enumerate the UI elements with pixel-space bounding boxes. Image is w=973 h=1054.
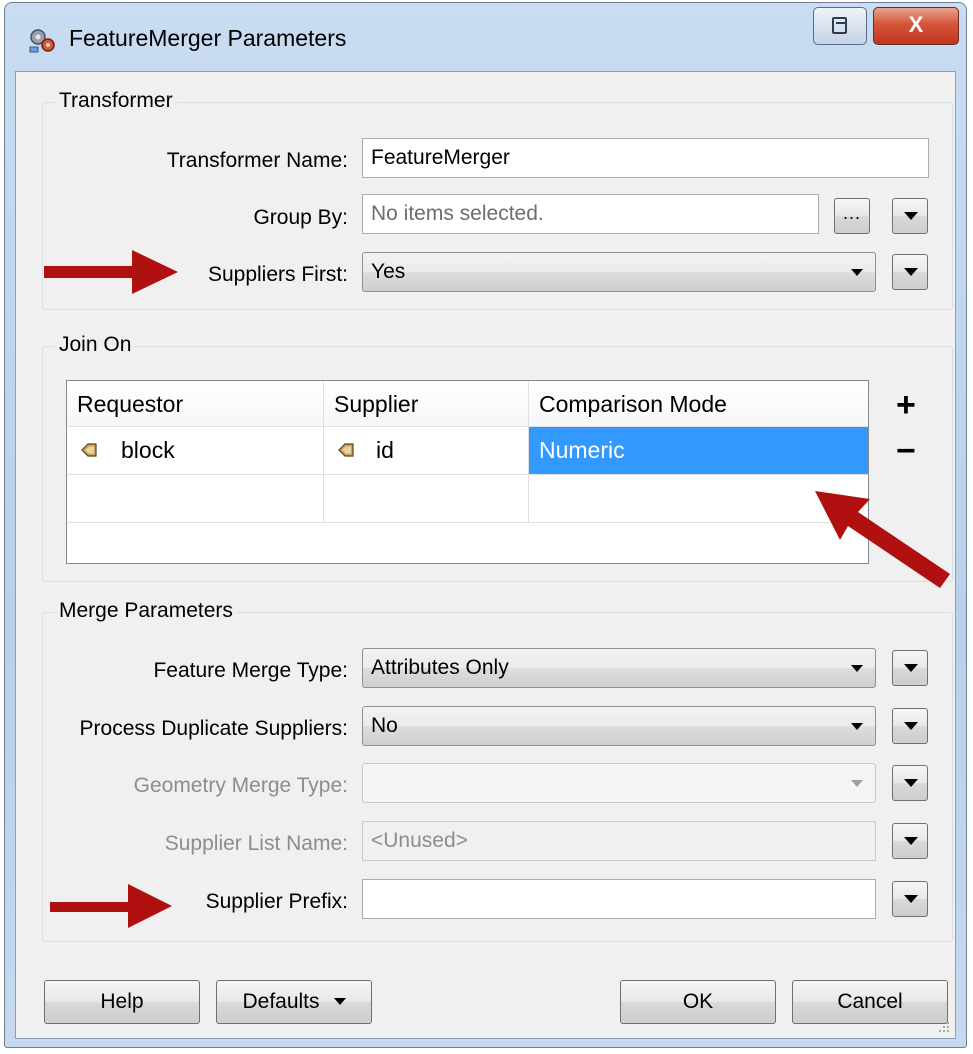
requestor-value: block bbox=[121, 437, 175, 463]
column-header-supplier[interactable]: Supplier bbox=[324, 381, 529, 427]
restore-button[interactable] bbox=[813, 7, 867, 45]
transformer-name-label: Transformer Name: bbox=[166, 149, 348, 172]
suppliers-first-select[interactable]: Yes bbox=[362, 252, 876, 292]
group-by-input[interactable]: No items selected. bbox=[362, 194, 819, 234]
column-header-comparison-mode[interactable]: Comparison Mode bbox=[529, 381, 868, 427]
chevron-down-icon bbox=[904, 779, 918, 787]
restore-icon bbox=[832, 17, 847, 34]
cancel-button[interactable]: Cancel bbox=[792, 980, 948, 1024]
group-by-browse-button[interactable]: ... bbox=[834, 198, 870, 234]
feature-merge-type-value: Attributes Only bbox=[371, 656, 509, 679]
chevron-down-icon bbox=[333, 998, 346, 1005]
transformer-gear-icon bbox=[29, 29, 55, 53]
column-header-requestor[interactable]: Requestor bbox=[67, 381, 324, 427]
dropdown-arrow-icon bbox=[851, 780, 863, 787]
supplier-prefix-label: Supplier Prefix: bbox=[205, 890, 348, 913]
table-cell-supplier[interactable]: id bbox=[324, 427, 529, 475]
ellipsis-icon: ... bbox=[842, 203, 861, 223]
chevron-down-icon bbox=[904, 664, 918, 672]
suppliers-first-label: Suppliers First: bbox=[207, 263, 348, 286]
supplier-prefix-menu-button[interactable] bbox=[892, 881, 928, 917]
supplier-value: id bbox=[376, 437, 394, 463]
chevron-down-icon bbox=[904, 837, 918, 845]
feature-merge-type-label: Feature Merge Type: bbox=[153, 659, 348, 682]
chevron-down-icon bbox=[904, 268, 918, 276]
attribute-icon bbox=[338, 443, 354, 457]
title-bar[interactable]: FeatureMerger Parameters X bbox=[5, 3, 966, 71]
feature-merge-type-select[interactable]: Attributes Only bbox=[362, 648, 876, 688]
attribute-icon bbox=[81, 443, 97, 457]
chevron-down-icon bbox=[904, 212, 918, 220]
dropdown-arrow-icon bbox=[851, 665, 863, 672]
dropdown-arrow-icon bbox=[851, 269, 863, 276]
transformer-legend: Transformer bbox=[55, 89, 177, 113]
table-cell-empty[interactable] bbox=[67, 475, 324, 523]
resize-grip-icon[interactable] bbox=[937, 1020, 951, 1034]
chevron-down-icon bbox=[904, 895, 918, 903]
supplier-list-name-input[interactable]: <Unused> bbox=[362, 821, 876, 861]
remove-row-button[interactable]: − bbox=[896, 434, 916, 468]
geometry-merge-type-menu-button[interactable] bbox=[892, 765, 928, 801]
close-button[interactable]: X bbox=[873, 7, 959, 45]
table-cell-comparison-mode[interactable]: Numeric bbox=[529, 427, 868, 475]
feature-merge-type-menu-button[interactable] bbox=[892, 650, 928, 686]
supplier-prefix-input[interactable] bbox=[362, 879, 876, 919]
join-on-legend: Join On bbox=[55, 333, 136, 357]
table-cell-requestor[interactable]: block bbox=[67, 427, 324, 475]
merge-parameters-legend: Merge Parameters bbox=[55, 599, 237, 623]
group-by-label: Group By: bbox=[253, 206, 348, 229]
table-cell-empty[interactable] bbox=[324, 475, 529, 523]
suppliers-first-value: Yes bbox=[371, 260, 406, 283]
dropdown-arrow-icon bbox=[851, 723, 863, 730]
geometry-merge-type-select[interactable] bbox=[362, 763, 876, 803]
process-duplicate-suppliers-label: Process Duplicate Suppliers: bbox=[79, 717, 348, 740]
geometry-merge-type-label: Geometry Merge Type: bbox=[133, 774, 348, 797]
dialog-content: Transformer Transformer Name: FeatureMer… bbox=[15, 71, 956, 1039]
process-duplicate-suppliers-select[interactable]: No bbox=[362, 706, 876, 746]
group-by-menu-button[interactable] bbox=[892, 198, 928, 234]
table-cell-empty[interactable] bbox=[529, 475, 868, 523]
defaults-button[interactable]: Defaults bbox=[216, 980, 372, 1024]
process-duplicate-suppliers-menu-button[interactable] bbox=[892, 708, 928, 744]
process-duplicate-suppliers-value: No bbox=[371, 714, 398, 737]
defaults-button-label: Defaults bbox=[242, 990, 320, 1013]
suppliers-first-menu-button[interactable] bbox=[892, 254, 928, 290]
join-on-table[interactable]: Requestor Supplier Comparison Mode block… bbox=[66, 380, 869, 564]
chevron-down-icon bbox=[904, 722, 918, 730]
restore-icon-bar bbox=[836, 22, 845, 24]
transformer-name-input[interactable]: FeatureMerger bbox=[362, 138, 929, 178]
supplier-list-name-menu-button[interactable] bbox=[892, 823, 928, 859]
dialog-window: FeatureMerger Parameters X Transformer T… bbox=[4, 2, 967, 1048]
add-row-button[interactable]: + bbox=[896, 388, 916, 422]
ok-button[interactable]: OK bbox=[620, 980, 776, 1024]
window-title: FeatureMerger Parameters bbox=[69, 25, 347, 51]
supplier-list-name-label: Supplier List Name: bbox=[164, 832, 348, 855]
help-button[interactable]: Help bbox=[44, 980, 200, 1024]
